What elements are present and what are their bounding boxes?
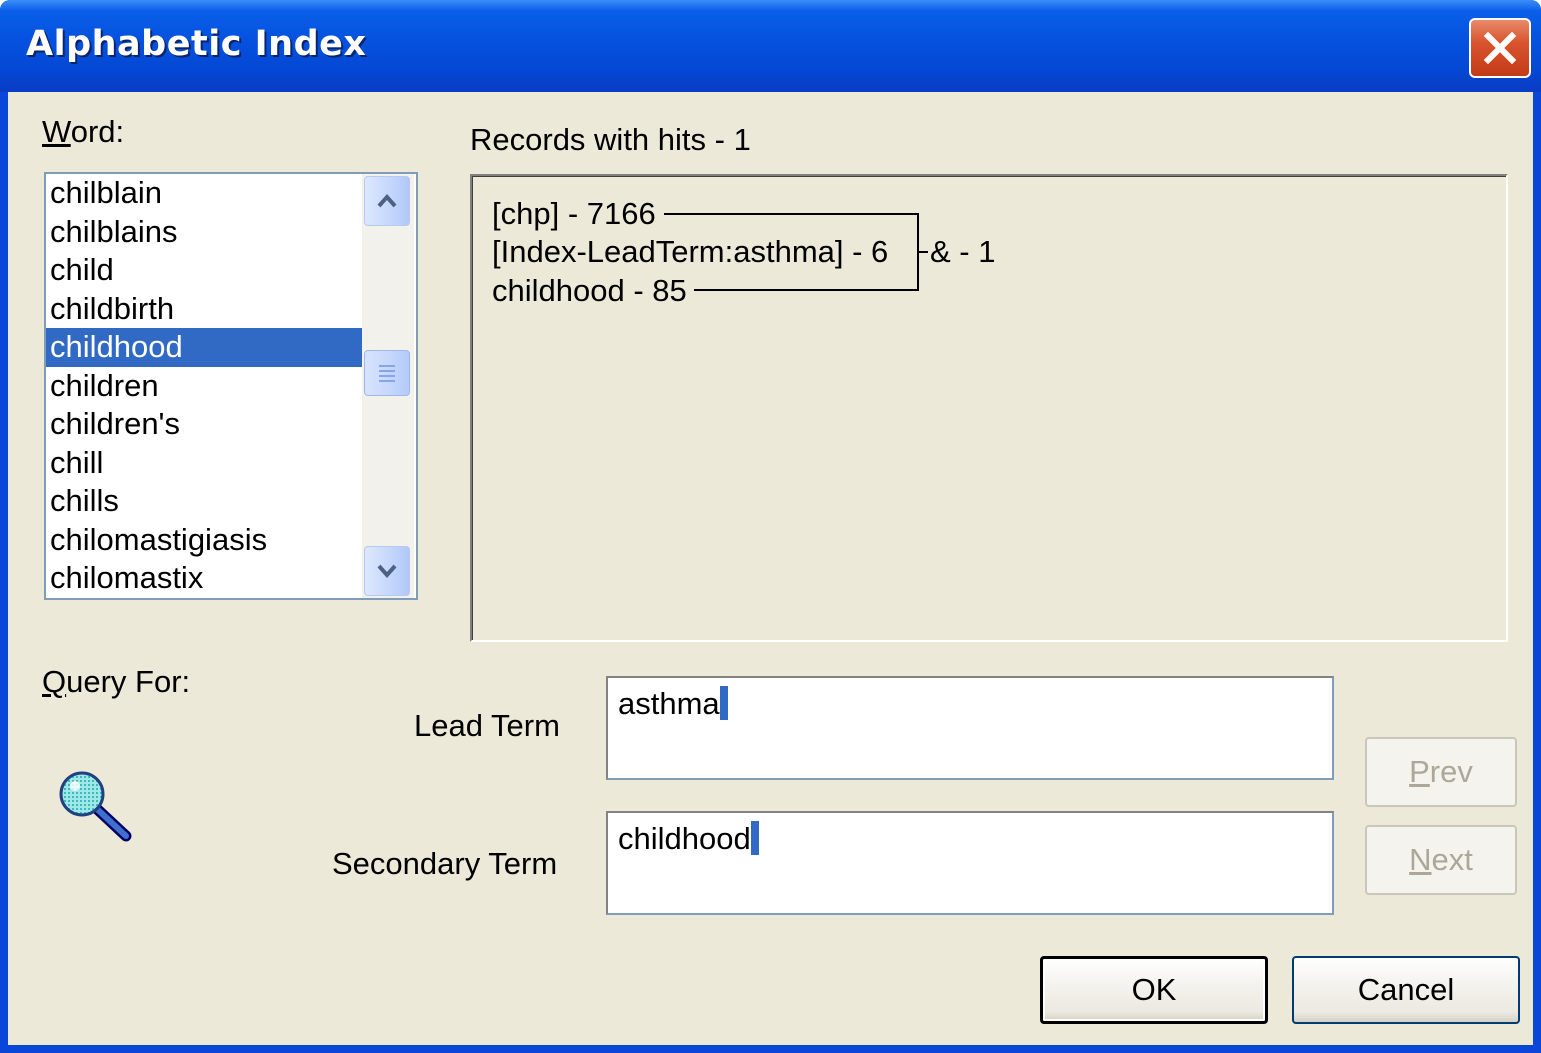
- word-list-item[interactable]: child: [46, 251, 362, 290]
- word-list-item[interactable]: children: [46, 367, 362, 406]
- secondary-term-value: childhood: [618, 821, 751, 856]
- lead-term-input[interactable]: asthma: [606, 676, 1334, 780]
- text-caret: [750, 821, 759, 855]
- word-list-items: chilblain chilblains child childbirth childh…: [46, 174, 362, 598]
- ok-button[interactable]: OK: [1040, 956, 1268, 1024]
- secondary-term-input[interactable]: childhood: [606, 811, 1334, 915]
- close-button[interactable]: [1469, 18, 1531, 78]
- word-list[interactable]: chilblain chilblains child childbirth childh…: [44, 172, 418, 600]
- scroll-up-button[interactable]: [364, 176, 410, 226]
- word-list-item[interactable]: chilomastix: [46, 559, 362, 598]
- lead-term-value: asthma: [618, 686, 720, 721]
- word-list-item[interactable]: chilomastigiasis: [46, 521, 362, 560]
- scroll-down-button[interactable]: [364, 546, 410, 596]
- query-label: Query For:: [42, 664, 191, 699]
- prev-button[interactable]: Prev: [1365, 737, 1517, 807]
- records-header: Records with hits - 1: [470, 122, 751, 157]
- word-list-item[interactable]: children's: [46, 405, 362, 444]
- word-list-item[interactable]: childbirth: [46, 290, 362, 329]
- scroll-up-icon: [377, 193, 397, 208]
- text-caret: [719, 686, 728, 720]
- close-icon: [1483, 31, 1517, 65]
- word-list-scrollbar[interactable]: [362, 174, 414, 598]
- next-button[interactable]: Next: [1365, 825, 1517, 895]
- cancel-button[interactable]: Cancel: [1292, 956, 1520, 1024]
- title-bar[interactable]: Alphabetic Index: [0, 0, 1541, 92]
- secondary-term-label: Secondary Term: [332, 846, 558, 881]
- magnifier-icon: [59, 771, 132, 842]
- word-list-item[interactable]: childhood: [46, 328, 362, 367]
- word-label: Word:: [42, 114, 125, 149]
- scroll-thumb[interactable]: [364, 350, 410, 396]
- scroll-down-icon: [377, 564, 397, 579]
- records-panel: [chp] - 7166 [Index-LeadTerm:asthma] - 6…: [470, 174, 1508, 642]
- record-combined-result: & - 1: [930, 234, 996, 269]
- alphabetic-index-dialog: Alphabetic Index Word: chilblain chilblai…: [0, 0, 1541, 1053]
- lead-term-label: Lead Term: [414, 708, 560, 743]
- word-list-item[interactable]: chill: [46, 444, 362, 483]
- word-list-item[interactable]: chilblains: [46, 213, 362, 252]
- dialog-body: Word: chilblain chilblains child childbirth…: [8, 92, 1533, 1045]
- word-list-item[interactable]: chilblain: [46, 174, 362, 213]
- word-list-item[interactable]: chills: [46, 482, 362, 521]
- window-title: Alphabetic Index: [26, 24, 367, 64]
